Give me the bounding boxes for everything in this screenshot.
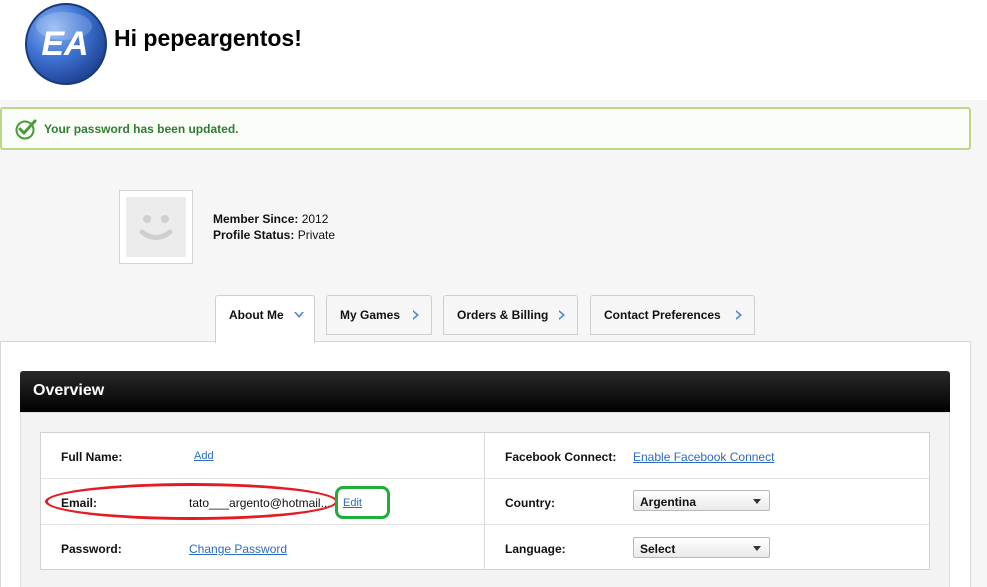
country-label: Country: [505, 496, 555, 510]
overview-header: Overview [20, 371, 950, 412]
change-password-link[interactable]: Change Password [189, 542, 287, 556]
row-divider [41, 524, 929, 525]
row-divider [41, 478, 929, 479]
add-full-name-link[interactable]: Add [194, 450, 214, 462]
language-label: Language: [505, 542, 566, 556]
avatar[interactable] [119, 190, 193, 264]
success-notice: Your password has been updated. [0, 107, 971, 150]
column-divider [484, 433, 485, 569]
enable-facebook-connect-link[interactable]: Enable Facebook Connect [633, 450, 774, 464]
ea-logo[interactable]: EA [24, 2, 108, 86]
member-since-value: 2012 [301, 212, 329, 226]
chevron-right-icon [413, 310, 419, 320]
tab-my-games[interactable]: My Games [326, 295, 432, 335]
greeting-title: Hi pepeargentos! [114, 25, 302, 51]
overview-title: Overview [33, 382, 105, 399]
facebook-connect-label: Facebook Connect: [505, 450, 617, 464]
member-since-label: Member Since: [213, 212, 299, 226]
caret-down-icon [753, 546, 761, 551]
tab-orders-billing[interactable]: Orders & Billing [443, 295, 578, 335]
country-select[interactable]: Argentina [633, 490, 770, 511]
tab-about-me[interactable]: About Me [215, 295, 315, 343]
tab-contact-preferences[interactable]: Contact Preferences [590, 295, 755, 335]
member-since-row: Member Since: 2012 [213, 211, 335, 227]
tab-label: About Me [229, 308, 284, 322]
profile-status-label: Profile Status: [213, 228, 295, 242]
profile-status-row: Profile Status: Private [213, 227, 335, 243]
check-circle-icon [15, 119, 37, 140]
language-selected-value: Select [640, 542, 676, 556]
avatar-placeholder [126, 197, 186, 257]
tab-label: My Games [340, 308, 401, 322]
smiley-icon [139, 215, 173, 240]
password-label: Password: [61, 542, 122, 556]
full-name-label: Full Name: [61, 450, 123, 464]
red-annotation-oval [45, 483, 338, 520]
member-info: Member Since: 2012 Profile Status: Priva… [213, 211, 335, 243]
top-header: EA Hi pepeargentos! [0, 0, 987, 100]
chevron-right-icon [559, 310, 565, 320]
language-select[interactable]: Select [633, 537, 770, 558]
caret-down-icon [753, 499, 761, 504]
chevron-right-icon [736, 310, 742, 320]
profile-status-value: Private [297, 228, 336, 242]
notice-message: Your password has been updated. [44, 122, 239, 136]
logo-text: EA [41, 25, 88, 63]
chevron-down-icon [294, 312, 304, 318]
tab-label: Orders & Billing [457, 308, 549, 322]
green-annotation-box [335, 486, 390, 519]
country-selected-value: Argentina [640, 495, 697, 509]
tab-label: Contact Preferences [604, 308, 721, 322]
